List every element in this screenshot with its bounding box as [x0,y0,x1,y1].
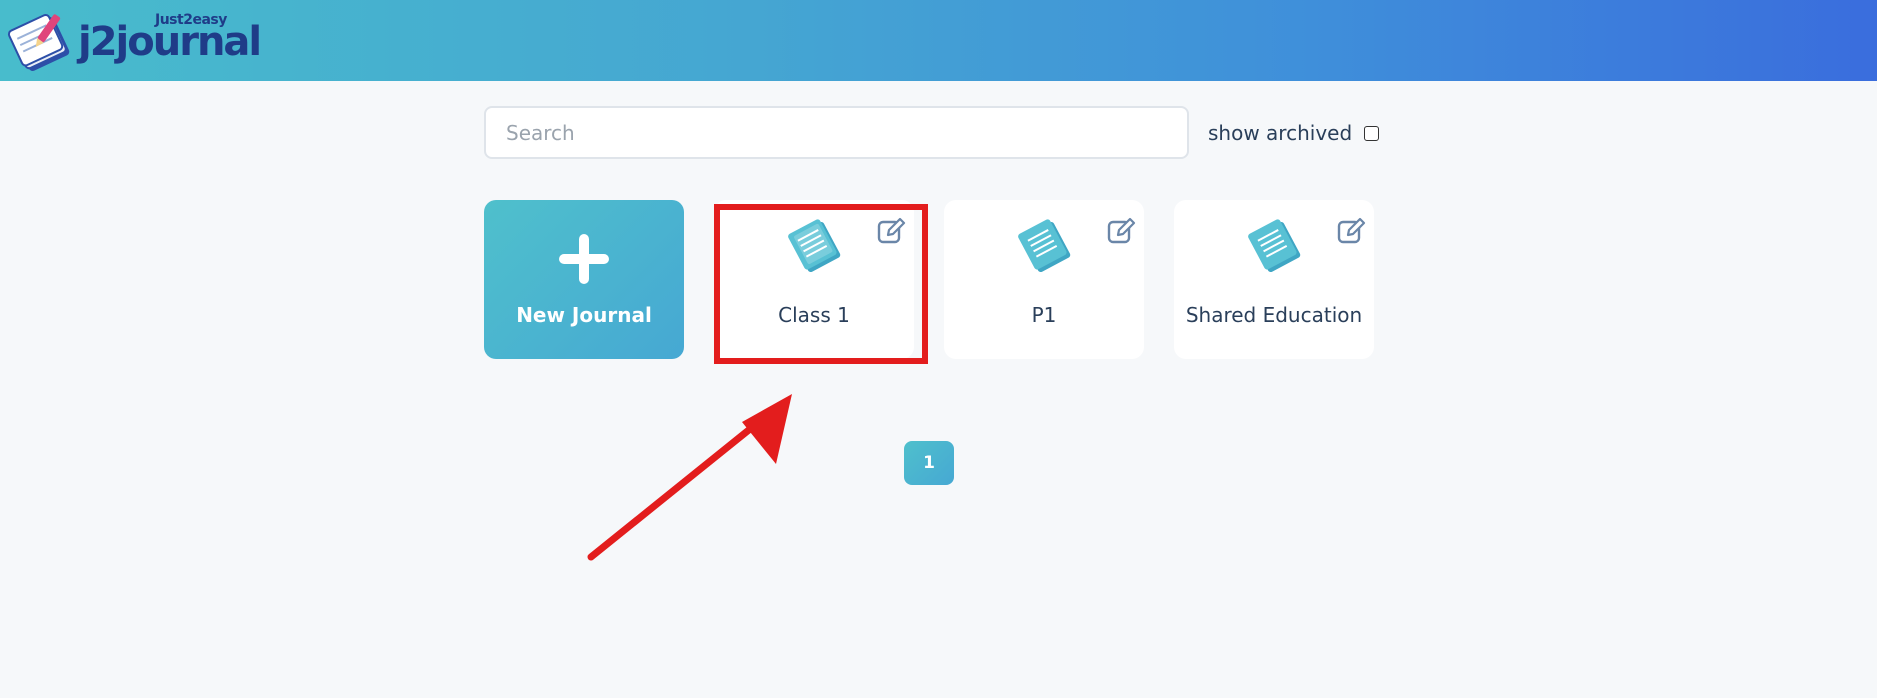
journal-card-label: Class 1 [778,303,850,327]
show-archived-label: show archived [1208,121,1353,145]
show-archived-toggle[interactable]: show archived [1208,119,1380,147]
journal-icon [788,219,841,273]
journal-icon [1018,219,1071,273]
logo-wordmark: j2journal [78,19,262,65]
app-logo[interactable]: Just2easy j2journal [6,6,266,76]
edit-icon[interactable] [876,216,906,246]
new-journal-label: New Journal [516,303,652,327]
journal-card-p1[interactable]: P1 [944,200,1144,359]
plus-icon [559,234,609,284]
journal-card-class-1[interactable]: Class 1 [714,200,914,359]
app-header: Just2easy j2journal [0,0,1877,81]
journal-icon [1248,219,1301,273]
journal-card-label: P1 [1031,303,1057,327]
edit-icon[interactable] [1106,216,1136,246]
annotation-arrow [587,394,792,561]
journal-card-shared-education[interactable]: Shared Education [1174,200,1374,359]
edit-icon[interactable] [1336,216,1366,246]
new-journal-card[interactable]: New Journal [484,200,684,359]
pagination-page-button[interactable]: 1 [904,441,954,485]
show-archived-checkbox[interactable] [1364,125,1380,141]
search-input[interactable] [484,106,1189,159]
journal-stack-icon [7,13,70,71]
journal-card-label: Shared Education [1185,303,1363,327]
